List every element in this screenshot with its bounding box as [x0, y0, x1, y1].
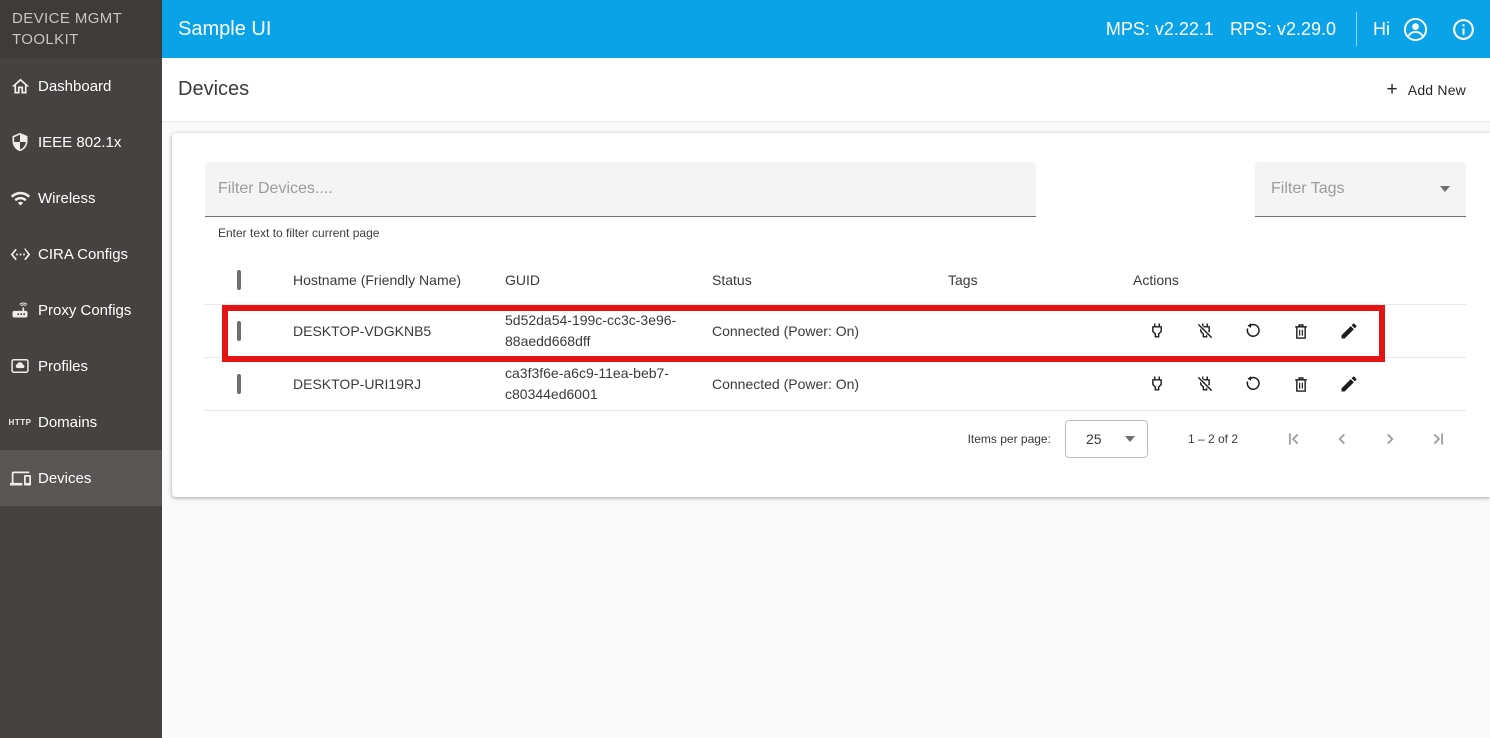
router-icon — [8, 300, 32, 320]
edit-icon[interactable] — [1337, 319, 1361, 343]
row-checkbox[interactable] — [237, 374, 241, 394]
info-icon[interactable] — [1451, 17, 1476, 42]
chevron-down-icon — [1440, 186, 1450, 192]
delete-icon[interactable] — [1289, 372, 1313, 396]
edit-icon[interactable] — [1337, 372, 1361, 396]
guid-cell: ca3f3f6e-a6c9-11ea-beb7- c80344ed6001 — [505, 363, 669, 405]
row-checkbox[interactable] — [237, 321, 241, 341]
sidebar-item-label: Profiles — [38, 358, 88, 375]
sidebar-item-label: Devices — [38, 470, 91, 487]
guid-cell: 5d52da54-199c-cc3c-3e96- 88aedd668dff — [505, 310, 676, 352]
plus-icon: + — [1386, 80, 1397, 99]
sidebar-item-label: Dashboard — [38, 78, 111, 95]
previous-page-icon[interactable] — [1330, 427, 1354, 451]
sidebar-item-proxy-configs[interactable]: Proxy Configs — [0, 282, 162, 338]
sidebar-item-label: IEEE 802.1x — [38, 134, 121, 151]
sidebar-item-wireless[interactable]: Wireless — [0, 170, 162, 226]
power-off-icon[interactable] — [1193, 372, 1217, 396]
ethernet-icon — [8, 244, 32, 265]
app-title-line1: DEVICE MGMT — [12, 8, 162, 29]
sidebar-item-ieee8021x[interactable]: IEEE 802.1x — [0, 114, 162, 170]
row-actions — [1145, 319, 1361, 343]
mps-version: MPS: v2.22.1 — [1106, 19, 1214, 40]
sidebar-item-domains[interactable]: HTTP Domains — [0, 394, 162, 450]
greeting-text: Hi — [1373, 19, 1390, 40]
column-hostname: Hostname (Friendly Name) — [293, 272, 461, 288]
hostname-cell: DESKTOP-VDGKNB5 — [293, 323, 431, 339]
table-row: DESKTOP-URI19RJ ca3f3f6e-a6c9-11ea-beb7-… — [205, 358, 1466, 411]
page-size-select[interactable]: 25 — [1065, 420, 1148, 458]
wifi-icon — [8, 188, 32, 209]
column-tags: Tags — [948, 272, 978, 288]
chevron-down-icon — [1125, 436, 1135, 442]
topbar-title: Sample UI — [178, 18, 271, 41]
range-label: 1 – 2 of 2 — [1188, 432, 1238, 446]
sidebar-item-label: CIRA Configs — [38, 246, 128, 263]
sidebar-item-label: Domains — [38, 414, 97, 431]
next-page-icon[interactable] — [1378, 427, 1402, 451]
page-header: Devices + Add New — [162, 58, 1490, 122]
select-all-checkbox[interactable] — [237, 270, 241, 290]
power-off-icon[interactable] — [1193, 319, 1217, 343]
hostname-cell: DESKTOP-URI19RJ — [293, 376, 421, 392]
rps-version: RPS: v2.29.0 — [1230, 19, 1336, 40]
http-icon: HTTP — [8, 418, 32, 427]
cloud-icon — [8, 356, 32, 376]
filter-tags-select[interactable]: Filter Tags — [1255, 162, 1466, 217]
filter-tags-label: Filter Tags — [1271, 180, 1345, 198]
devices-icon — [8, 468, 32, 489]
shield-icon — [8, 132, 32, 152]
column-actions: Actions — [1133, 272, 1179, 288]
items-per-page-label: Items per page: — [968, 432, 1051, 446]
column-guid: GUID — [505, 272, 540, 288]
add-new-button[interactable]: + Add New — [1386, 80, 1466, 99]
table-header-row: Hostname (Friendly Name) GUID Status Tag… — [205, 255, 1466, 305]
paginator: Items per page: 25 1 – 2 of 2 — [968, 415, 1450, 463]
add-new-label: Add New — [1408, 82, 1466, 98]
reset-icon[interactable] — [1241, 319, 1265, 343]
topbar: Sample UI MPS: v2.22.1 RPS: v2.29.0 Hi — [162, 0, 1490, 58]
sidebar-item-cira-configs[interactable]: CIRA Configs — [0, 226, 162, 282]
reset-icon[interactable] — [1241, 372, 1265, 396]
page-title: Devices — [178, 78, 249, 101]
filter-devices-input[interactable] — [205, 162, 1036, 217]
topbar-divider — [1356, 12, 1357, 46]
app-title-line2: TOOLKIT — [12, 29, 162, 50]
power-icon[interactable] — [1145, 372, 1169, 396]
devices-card: Enter text to filter current page Filter… — [172, 133, 1490, 497]
column-status: Status — [712, 272, 752, 288]
first-page-icon[interactable] — [1282, 427, 1306, 451]
sidebar: DEVICE MGMT TOOLKIT Dashboard IEEE 802.1… — [0, 0, 162, 738]
last-page-icon[interactable] — [1426, 427, 1450, 451]
sidebar-item-dashboard[interactable]: Dashboard — [0, 58, 162, 114]
delete-icon[interactable] — [1289, 319, 1313, 343]
sidebar-item-profiles[interactable]: Profiles — [0, 338, 162, 394]
status-cell: Connected (Power: On) — [712, 376, 859, 392]
account-icon[interactable] — [1402, 16, 1429, 43]
home-icon — [8, 76, 32, 97]
sidebar-item-devices[interactable]: Devices — [0, 450, 162, 506]
filter-helper-text: Enter text to filter current page — [218, 226, 379, 240]
row-actions — [1145, 372, 1361, 396]
status-cell: Connected (Power: On) — [712, 323, 859, 339]
page-size-value: 25 — [1086, 431, 1102, 447]
power-icon[interactable] — [1145, 319, 1169, 343]
sidebar-item-label: Wireless — [38, 190, 96, 207]
table-row: DESKTOP-VDGKNB5 5d52da54-199c-cc3c-3e96-… — [205, 305, 1466, 358]
sidebar-item-label: Proxy Configs — [38, 302, 131, 319]
app-logo: DEVICE MGMT TOOLKIT — [0, 0, 162, 58]
